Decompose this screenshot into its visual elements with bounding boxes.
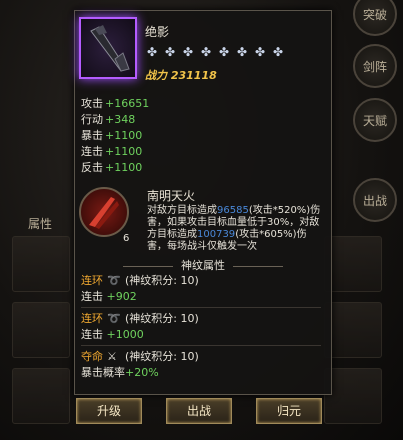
star-icon: ✤ bbox=[272, 45, 284, 59]
star-icon: ✤ bbox=[200, 45, 212, 59]
inscription-points: (神纹积分: 10) bbox=[125, 274, 199, 287]
deploy-label: 出战 bbox=[362, 193, 387, 208]
skill-level: 6 bbox=[123, 233, 130, 244]
inscription-header: 连环 ➰ (神纹积分: 10) bbox=[81, 311, 321, 327]
blade-icon: ⚔ bbox=[107, 350, 117, 363]
stat-label: 反击 bbox=[81, 161, 103, 174]
effect-label: 连击 bbox=[81, 328, 103, 341]
combat-power: 战力 231118 bbox=[145, 67, 217, 83]
sword-formation-label: 剑阵 bbox=[362, 59, 387, 74]
chain-icon: ➰ bbox=[107, 274, 121, 287]
inscription-title-text: 神纹属性 bbox=[181, 259, 225, 272]
star-icon: ✤ bbox=[236, 45, 248, 59]
power-value: 231118 bbox=[170, 69, 217, 82]
weapon-detail-panel: 绝影 ✤ ✤ ✤ ✤ ✤ ✤ ✤ ✤ 战力 231118 攻击 +16651 行动… bbox=[74, 10, 332, 395]
skill-desc-text: 对敌方目标造成 bbox=[147, 205, 217, 216]
upgrade-button[interactable]: 升级 bbox=[76, 398, 142, 424]
stat-value: +1100 bbox=[105, 161, 143, 174]
star-icon: ✤ bbox=[254, 45, 266, 59]
skill-damage-value: 96585 bbox=[217, 205, 249, 216]
stat-row: 反击 +1100 bbox=[81, 160, 201, 176]
skill-description: 对敌方目标造成96585(攻击*520%)伤害，如果攻击目标血量低于30%，对敌… bbox=[147, 205, 325, 253]
star-rating: ✤ ✤ ✤ ✤ ✤ ✤ ✤ ✤ bbox=[145, 45, 285, 59]
inventory-slot[interactable] bbox=[12, 302, 70, 358]
stat-value: +1100 bbox=[105, 129, 143, 142]
deploy-button[interactable]: 出战 bbox=[166, 398, 232, 424]
divider bbox=[81, 345, 321, 346]
chain-icon: ➰ bbox=[107, 312, 121, 325]
attributes-icon[interactable]: 属性 bbox=[14, 180, 66, 232]
stat-row: 攻击 +16651 bbox=[81, 96, 201, 112]
inventory-slot[interactable] bbox=[12, 368, 70, 424]
inscription-effect: 连击 +902 bbox=[81, 289, 321, 305]
inscription-item: 连环 ➰ (神纹积分: 10) 连击 +1000 bbox=[81, 311, 321, 343]
talent-label: 天赋 bbox=[362, 113, 387, 128]
breakthrough-label: 突破 bbox=[362, 7, 387, 22]
star-icon: ✤ bbox=[164, 45, 176, 59]
weapon-icon bbox=[90, 25, 130, 72]
dismantle-button[interactable]: 归元 bbox=[256, 398, 322, 424]
star-icon: ✤ bbox=[146, 45, 158, 59]
skill-damage-value: 100739 bbox=[197, 229, 236, 240]
divider bbox=[81, 307, 321, 308]
effect-value: +902 bbox=[106, 290, 137, 303]
stat-label: 暴击 bbox=[81, 129, 103, 142]
inscription-item: 夺命 ⚔ (神纹积分: 10) 暴击概率+20% bbox=[81, 349, 321, 381]
stat-row: 暴击 +1100 bbox=[81, 128, 201, 144]
inscription-header: 夺命 ⚔ (神纹积分: 10) bbox=[81, 349, 321, 365]
inscription-points: (神纹积分: 10) bbox=[125, 350, 199, 363]
flame-blade-icon bbox=[89, 197, 119, 229]
weapon-name: 绝影 bbox=[145, 25, 170, 39]
inscription-header: 连环 ➰ (神纹积分: 10) bbox=[81, 273, 321, 289]
stat-row: 连击 +1100 bbox=[81, 144, 201, 160]
effect-label: 连击 bbox=[81, 290, 103, 303]
inventory-slot[interactable] bbox=[324, 368, 382, 424]
skill-section: 6 南明天火 对敌方目标造成96585(攻击*520%)伤害，如果攻击目标血量低… bbox=[77, 181, 329, 263]
stat-value: +348 bbox=[105, 113, 136, 126]
inscription-effect: 暴击概率+20% bbox=[81, 365, 321, 381]
stat-row: 行动 +348 bbox=[81, 112, 201, 128]
stat-value: +1100 bbox=[105, 145, 143, 158]
sword-formation-icon[interactable]: 剑阵 bbox=[353, 44, 397, 88]
inscription-effect: 连击 +1000 bbox=[81, 327, 321, 343]
inscription-name: 夺命 bbox=[81, 350, 103, 363]
inscription-name: 连环 bbox=[81, 274, 103, 287]
inscription-title: 神纹属性 bbox=[75, 257, 331, 273]
inventory-slot[interactable] bbox=[12, 236, 70, 292]
power-label: 战力 bbox=[145, 69, 167, 82]
stat-value: +16651 bbox=[105, 97, 150, 110]
effect-value: +20% bbox=[125, 366, 159, 379]
star-icon: ✤ bbox=[182, 45, 194, 59]
effect-value: +1000 bbox=[106, 328, 144, 341]
stat-label: 连击 bbox=[81, 145, 103, 158]
skill-icon[interactable] bbox=[79, 187, 129, 237]
inscription-points: (神纹积分: 10) bbox=[125, 312, 199, 325]
stat-label: 行动 bbox=[81, 113, 103, 126]
star-icon: ✤ bbox=[218, 45, 230, 59]
inscription-name: 连环 bbox=[81, 312, 103, 325]
stat-list: 攻击 +16651 行动 +348 暴击 +1100 连击 +1100 反击 +1100 bbox=[81, 96, 201, 176]
skill-name: 南明天火 bbox=[147, 189, 196, 203]
weapon-portrait bbox=[79, 17, 137, 79]
effect-label: 暴击概率 bbox=[81, 366, 125, 379]
deploy-icon[interactable]: 出战 bbox=[353, 178, 397, 222]
inventory-slot[interactable] bbox=[324, 236, 382, 292]
inventory-slot[interactable] bbox=[324, 302, 382, 358]
stat-label: 攻击 bbox=[81, 97, 103, 110]
inscription-item: 连环 ➰ (神纹积分: 10) 连击 +902 bbox=[81, 273, 321, 305]
talent-icon[interactable]: 天赋 bbox=[353, 98, 397, 142]
